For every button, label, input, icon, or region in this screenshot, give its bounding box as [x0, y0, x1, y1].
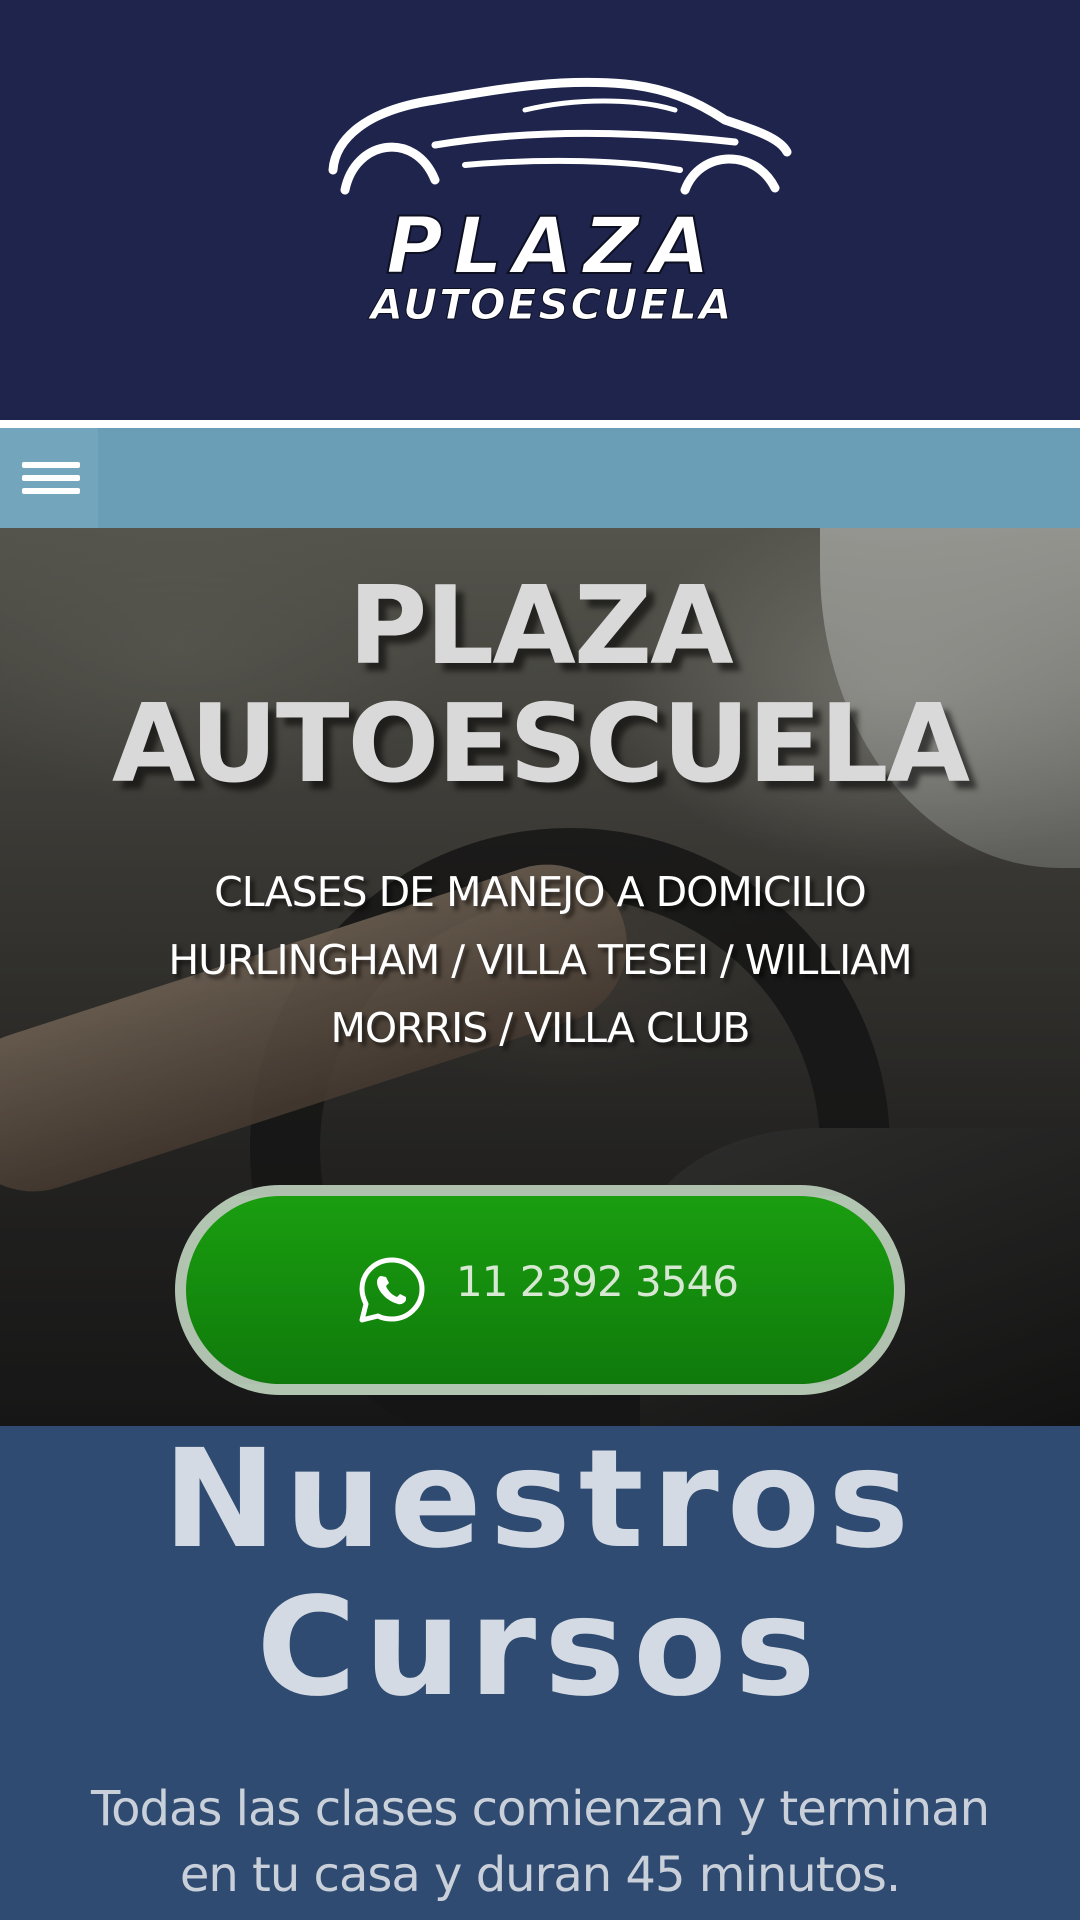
hero-subtitle: CLASES DE MANEJO A DOMICILIO HURLINGHAM … [110, 858, 970, 1062]
courses-description-line: en tu casa y duran 45 minutos. [179, 1847, 901, 1903]
hero-title: PLAZA AUTOESCUELA [40, 568, 1040, 804]
whatsapp-number: 11 2392 3546 [456, 1257, 739, 1306]
header-divider [0, 420, 1080, 428]
hero-title-line: AUTOESCUELA [111, 682, 970, 807]
site-logo[interactable]: PLAZA AUTOESCUELA [325, 70, 795, 340]
logo-subtitle: AUTOESCUELA [370, 280, 734, 329]
hero-subtitle-line: CLASES DE MANEJO A DOMICILIO [214, 868, 867, 916]
whatsapp-icon [359, 1257, 425, 1323]
hero-title-line: PLAZA [348, 564, 733, 689]
logo-title: PLAZA [385, 202, 721, 292]
car-silhouette-icon [328, 77, 792, 195]
courses-description: Todas las clases comienzan y terminan en… [40, 1776, 1040, 1908]
courses-title: Nuestros Cursos [40, 1426, 1040, 1722]
courses-description-line: Todas las clases comienzan y terminan [91, 1781, 990, 1837]
hero-subtitle-line: HURLINGHAM / VILLA TESEI / WILLIAM [168, 936, 912, 984]
hero-section: PLAZA AUTOESCUELA CLASES DE MANEJO A DOM… [0, 528, 1080, 1426]
page: PLAZA AUTOESCUELA PLAZA AUTOESCUELA CLAS… [0, 0, 1080, 1920]
courses-title-line: Nuestros [162, 1421, 918, 1579]
site-header: PLAZA AUTOESCUELA [0, 0, 1080, 420]
courses-section: Nuestros Cursos Todas las clases comienz… [0, 1426, 1080, 1920]
whatsapp-button[interactable]: 11 2392 3546 [175, 1185, 905, 1395]
menu-toggle-button[interactable] [0, 428, 98, 528]
courses-title-line: Cursos [256, 1569, 824, 1727]
nav-bar [0, 428, 1080, 528]
hero-subtitle-line: MORRIS / VILLA CLUB [330, 1004, 750, 1052]
